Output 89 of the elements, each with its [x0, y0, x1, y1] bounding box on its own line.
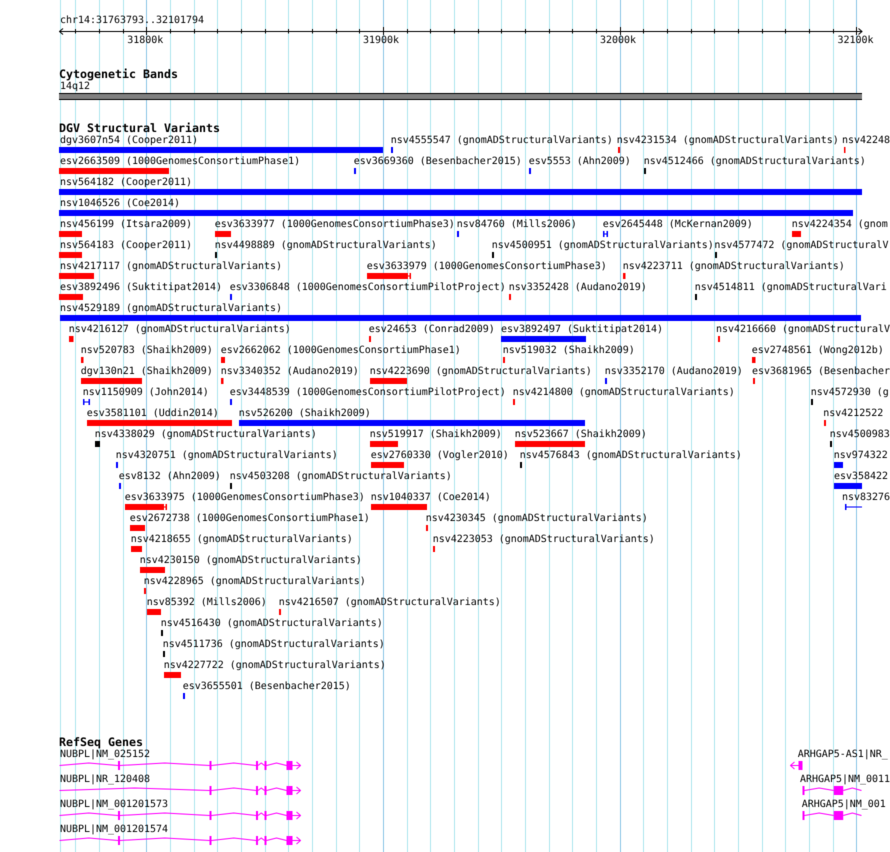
variant-label: nsv4576843 (gnomADStructuralVariants)	[520, 450, 742, 461]
variant-label: esv3633975 (1000GenomesConsortiumPhase3)	[124, 492, 365, 503]
variant-label: nsv4498889 (gnomADStructuralVariants)	[214, 240, 437, 251]
variant-label: nsv84760 (Mills2006)	[456, 219, 577, 230]
variant-label: esv2760330 (Vogler2010)	[370, 450, 509, 461]
variant-label: esv2672738 (1000GenomesConsortiumPhase1)	[130, 513, 370, 524]
variant-label: nsv4503208 (gnomADStructuralVariants)	[230, 471, 452, 482]
gene-label: NUBPL|NM_001201574	[60, 824, 168, 834]
variant-label: nsv4224354 (gnom	[792, 219, 888, 230]
variant-label: esv5553 (Ahn2009)	[528, 156, 631, 167]
variant-label: nsv4214800 (gnomADStructuralVariants)	[512, 387, 735, 398]
variant-label: esv8132 (Ahn2009)	[118, 471, 221, 482]
variant-label: esv358422	[834, 471, 888, 482]
variant-label: esv2662062 (1000GenomesConsortiumPhase1)	[220, 345, 461, 356]
variant-label: nsv4572930 (g	[810, 387, 889, 398]
variant-label: nsv3352428 (Audano2019)	[508, 282, 647, 293]
variant-label: nsv4511736 (gnomADStructuralVariants)	[162, 639, 385, 650]
variant-label: nsv42248	[842, 135, 890, 146]
variant-label: esv3655501 (Besenbacher2015)	[182, 681, 351, 692]
track-title: RefSeq Genes	[59, 735, 143, 749]
variant-label: esv3581101 (Uddin2014)	[86, 408, 219, 419]
variant-label: nsv4338029 (gnomADStructuralVariants)	[94, 429, 317, 440]
variant-label: nsv520783 (Shaikh2009)	[80, 345, 213, 356]
ruler-tick-label: 32100k	[838, 35, 874, 46]
variant-label: nsv4230150 (gnomADStructuralVariants)	[140, 555, 362, 566]
variant-label: nsv3340352 (Audano2019)	[220, 366, 359, 377]
gene-label: NUBPL|NM_001201573	[60, 800, 168, 810]
variant-label: nsv4216507 (gnomADStructuralVariants)	[278, 597, 501, 608]
region-title: chr14:31763793..32101794	[60, 15, 204, 27]
variant-label: nsv523667 (Shaikh2009)	[514, 429, 647, 440]
cytoband-label: 14q12	[60, 81, 90, 92]
variant-label: nsv4555547 (gnomADStructuralVariants)	[390, 135, 613, 146]
variant-label: nsv1046526 (Coe2014)	[60, 198, 180, 209]
variant-label: nsv4216660 (gnomADStructuralV	[716, 324, 890, 335]
track-title: DGV Structural Variants	[59, 121, 220, 135]
variant-label: nsv4227722 (gnomADStructuralVariants)	[164, 660, 386, 671]
variant-label: esv2645448 (McKernan2009)	[602, 219, 753, 230]
variant-label: nsv4228965 (gnomADStructuralVariants)	[144, 576, 366, 587]
track-title: Cytogenetic Bands	[59, 67, 178, 81]
variant-label: esv3669360 (Besenbacher2015)	[354, 156, 522, 167]
variant-label: esv3306848 (1000GenomesConsortiumPilotProject)	[230, 282, 506, 293]
variant-label: nsv456199 (Itsara2009)	[60, 219, 192, 230]
variant-label: nsv4217117 (gnomADStructuralVariants)	[60, 261, 282, 272]
variant-label: nsv4223690 (gnomADStructuralVariants)	[370, 366, 592, 377]
variant-label: nsv4223053 (gnomADStructuralVariants)	[432, 534, 655, 545]
variant-label: nsv974322	[834, 450, 888, 461]
variant-label: nsv4512466 (gnomADStructuralVariants)	[644, 156, 866, 167]
variant-label: esv3892496 (Suktitipat2014)	[60, 282, 222, 293]
variant-label: esv2663509 (1000GenomesConsortiumPhase1)	[60, 156, 300, 167]
gene-label: NUBPL|NM_025152	[60, 750, 150, 760]
variant-label: nsv4230345 (gnomADStructuralVariants)	[426, 513, 648, 524]
variant-label: nsv4529189 (gnomADStructuralVariants)	[60, 303, 282, 314]
variant-label: dgv3607n54 (Cooper2011)	[60, 135, 198, 146]
variant-label: nsv564183 (Cooper2011)	[60, 240, 192, 251]
variant-label: esv3892497 (Suktitipat2014)	[501, 324, 664, 335]
variant-label: nsv4514811 (gnomADStructuralVari	[694, 282, 887, 293]
variant-label: nsv1150909 (John2014)	[82, 387, 209, 398]
variant-label: nsv83276	[842, 492, 890, 503]
variant-label: dgv130n21 (Shaikh2009)	[80, 366, 213, 377]
variant-label: esv2748561 (Wong2012b)	[752, 345, 884, 356]
variant-label: nsv4212522	[823, 408, 884, 419]
variant-label: nsv4223711 (gnomADStructuralVariants)	[622, 261, 845, 272]
gene-label: ARHGAP5|NM_0011	[800, 774, 890, 784]
variant-label: nsv526200 (Shaikh2009)	[238, 408, 371, 419]
variant-label: esv3448539 (1000GenomesConsortiumPilotProject)	[230, 387, 506, 398]
variant-label: nsv4218655 (gnomADStructuralVariants)	[130, 534, 353, 545]
variant-label: nsv4500951 (gnomADStructuralVariants)	[492, 240, 714, 251]
variant-label: nsv4577472 (gnomADStructuralV	[714, 240, 888, 251]
variant-label: esv24653 (Conrad2009)	[368, 324, 495, 335]
gene-label: ARHGAP5-AS1|NR_	[798, 750, 888, 760]
variant-label: nsv85392 (Mills2006)	[146, 597, 267, 608]
variant-label: nsv1040337 (Coe2014)	[370, 492, 491, 503]
variant-label: nsv4216127 (gnomADStructuralVariants)	[68, 324, 291, 335]
variant-label: nsv3352170 (Audano2019)	[604, 366, 743, 377]
ruler-tick-label: 31800k	[127, 35, 164, 46]
variant-label: nsv519917 (Shaikh2009)	[370, 429, 502, 440]
variant-label: nsv4516430 (gnomADStructuralVariants)	[160, 618, 383, 629]
gene-label: ARHGAP5|NM_001	[802, 800, 886, 810]
variant-label: nsv519032 (Shaikh2009)	[502, 345, 635, 356]
variant-label: nsv4231534 (gnomADStructuralVariants)	[616, 135, 839, 146]
ruler-tick-label: 32000k	[600, 35, 636, 46]
gene-label: NUBPL|NR_120408	[60, 774, 150, 784]
variant-label: nsv564182 (Cooper2011)	[60, 177, 192, 188]
variant-label: esv3633977 (1000GenomesConsortiumPhase3)	[214, 219, 455, 230]
variant-label: esv3681965 (Besenbacher	[752, 366, 890, 377]
ruler-tick-label: 31900k	[363, 35, 399, 46]
variant-label: esv3633979 (1000GenomesConsortiumPhase3)	[366, 261, 607, 272]
variant-label: nsv4320751 (gnomADStructuralVariants)	[116, 450, 338, 461]
variant-label: nsv4500983	[830, 429, 890, 440]
